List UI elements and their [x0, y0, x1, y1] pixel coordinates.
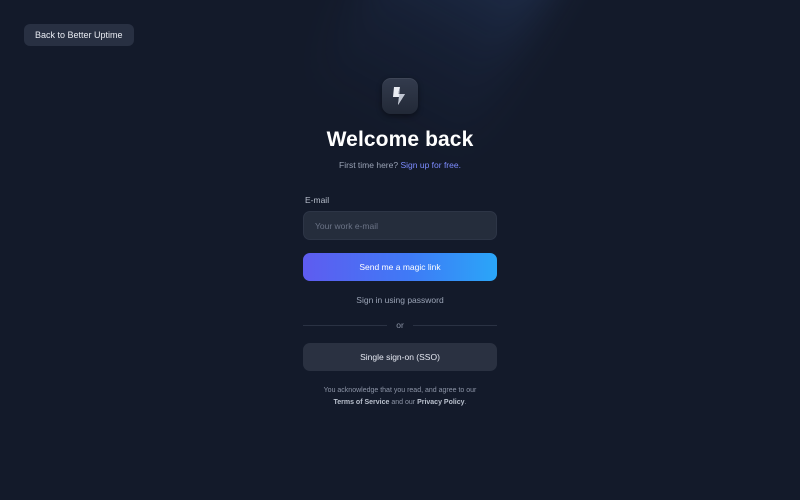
legal-text: You acknowledge that you read, and agree…	[323, 387, 477, 394]
lightning-bolt-glyph	[393, 87, 405, 105]
signup-prompt-text: First time here?	[339, 160, 399, 170]
login-panel: Welcome back First time here? Sign up fo…	[303, 78, 497, 409]
send-magic-link-button[interactable]: Send me a magic link	[303, 253, 497, 281]
lightning-bolt-icon	[382, 78, 418, 114]
email-input[interactable]	[303, 211, 497, 240]
signup-link[interactable]: Sign up for free.	[400, 160, 460, 170]
legal-period: .	[464, 399, 467, 406]
signup-prompt: First time here? Sign up for free.	[339, 160, 461, 170]
legal-and-text: and our	[391, 399, 416, 406]
sso-button[interactable]: Single sign-on (SSO)	[303, 343, 497, 371]
divider-text: or	[396, 320, 404, 330]
or-divider: or	[303, 320, 497, 330]
terms-of-service-link[interactable]: Terms of Service	[334, 399, 390, 406]
login-page: Back to Better Uptime Welcome back First…	[0, 0, 800, 500]
legal-notice: You acknowledge that you read, and agree…	[324, 385, 477, 409]
divider-line-left	[303, 324, 388, 326]
privacy-policy-link[interactable]: Privacy Policy	[417, 399, 464, 406]
sign-in-password-link[interactable]: Sign in using password	[356, 295, 443, 305]
back-to-better-uptime-button[interactable]: Back to Better Uptime	[24, 24, 134, 46]
page-title: Welcome back	[326, 128, 474, 151]
email-label: E-mail	[305, 195, 330, 205]
divider-line-right	[412, 324, 497, 326]
